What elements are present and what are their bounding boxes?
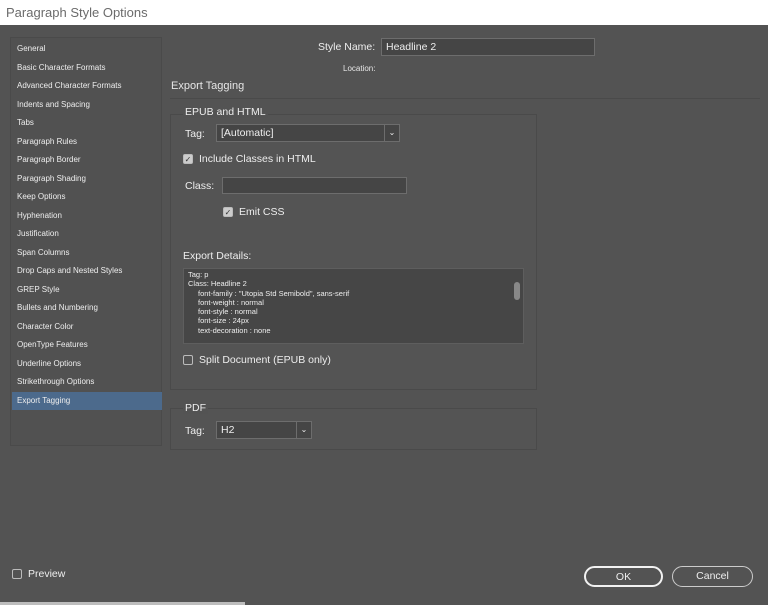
sidebar-item-justification[interactable]: Justification xyxy=(12,225,162,243)
preview-label: Preview xyxy=(28,568,66,580)
pdf-tag-select[interactable]: H2 ⌄ xyxy=(216,421,312,439)
details-line: text-decoration : none xyxy=(198,325,271,335)
section-title: Export Tagging xyxy=(171,80,245,92)
emit-css-checkbox[interactable]: ✓ xyxy=(223,207,233,217)
details-line: Tag: p xyxy=(188,270,209,279)
divider xyxy=(170,98,760,99)
epub-tag-value: [Automatic] xyxy=(221,127,274,139)
sidebar-item-tabs[interactable]: Tabs xyxy=(12,114,162,132)
class-label: Class: xyxy=(185,180,215,192)
sidebar-item-general[interactable]: General xyxy=(12,40,162,58)
details-line: font-weight : normal xyxy=(198,297,264,307)
sidebar-item-drop-caps-and-nested-styles[interactable]: Drop Caps and Nested Styles xyxy=(12,262,162,280)
ok-button[interactable]: OK xyxy=(584,566,663,587)
scrollbar-thumb[interactable] xyxy=(514,282,520,300)
sidebar-item-underline-options[interactable]: Underline Options xyxy=(12,355,162,373)
sidebar-item-character-color[interactable]: Character Color xyxy=(12,318,162,336)
sidebar-item-indents-and-spacing[interactable]: Indents and Spacing xyxy=(12,96,162,114)
pdf-tag-value: H2 xyxy=(221,424,235,436)
sidebar-item-strikethrough-options[interactable]: Strikethrough Options xyxy=(12,373,162,391)
sidebar-item-paragraph-shading[interactable]: Paragraph Shading xyxy=(12,170,162,188)
sidebar-item-paragraph-border[interactable]: Paragraph Border xyxy=(12,151,162,169)
preview-checkbox[interactable] xyxy=(12,569,22,579)
pdf-group-title: PDF xyxy=(183,402,208,414)
scrollbar[interactable] xyxy=(513,272,521,342)
export-details-label: Export Details: xyxy=(183,250,252,262)
sidebar-item-keep-options[interactable]: Keep Options xyxy=(12,188,162,206)
sidebar-item-hyphenation[interactable]: Hyphenation xyxy=(12,207,162,225)
details-line: font-family : "Utopia Std Semibold", san… xyxy=(198,288,350,298)
epub-tag-label: Tag: xyxy=(185,128,205,140)
chevron-down-icon: ⌄ xyxy=(384,125,399,141)
sidebar-item-export-tagging[interactable]: Export Tagging xyxy=(12,391,162,410)
style-name-label: Style Name: xyxy=(318,41,376,53)
class-input[interactable] xyxy=(222,177,407,194)
sidebar-item-bullets-and-numbering[interactable]: Bullets and Numbering xyxy=(12,299,162,317)
split-document-label: Split Document (EPUB only) xyxy=(199,354,331,366)
include-classes-checkbox[interactable]: ✓ xyxy=(183,154,193,164)
sidebar-item-advanced-character-formats[interactable]: Advanced Character Formats xyxy=(12,77,162,95)
chevron-down-icon: ⌄ xyxy=(296,422,311,438)
sidebar-item-paragraph-rules[interactable]: Paragraph Rules xyxy=(12,133,162,151)
details-line: font-size : 24px xyxy=(198,316,249,326)
details-line: Class: Headline 2 xyxy=(188,279,247,289)
sidebar-item-grep-style[interactable]: GREP Style xyxy=(12,281,162,299)
emit-css-label: Emit CSS xyxy=(239,206,285,218)
style-name-input[interactable] xyxy=(381,38,595,56)
window-title: Paragraph Style Options xyxy=(0,0,768,25)
epub-group-title: EPUB and HTML xyxy=(183,106,268,118)
export-details-textarea[interactable]: Tag: p Class: Headline 2 font-family : "… xyxy=(183,268,524,344)
pdf-tag-label: Tag: xyxy=(185,425,205,437)
epub-tag-select[interactable]: [Automatic] ⌄ xyxy=(216,124,400,142)
sidebar-item-basic-character-formats[interactable]: Basic Character Formats xyxy=(12,59,162,77)
category-list[interactable]: General Basic Character Formats Advanced C… xyxy=(10,37,162,446)
details-line: font-style : normal xyxy=(198,307,258,317)
sidebar-item-span-columns[interactable]: Span Columns xyxy=(12,244,162,262)
location-label: Location: xyxy=(343,64,376,73)
split-document-checkbox[interactable] xyxy=(183,355,193,365)
cancel-button[interactable]: Cancel xyxy=(672,566,753,587)
sidebar-item-opentype-features[interactable]: OpenType Features xyxy=(12,336,162,354)
include-classes-label: Include Classes in HTML xyxy=(199,153,316,165)
